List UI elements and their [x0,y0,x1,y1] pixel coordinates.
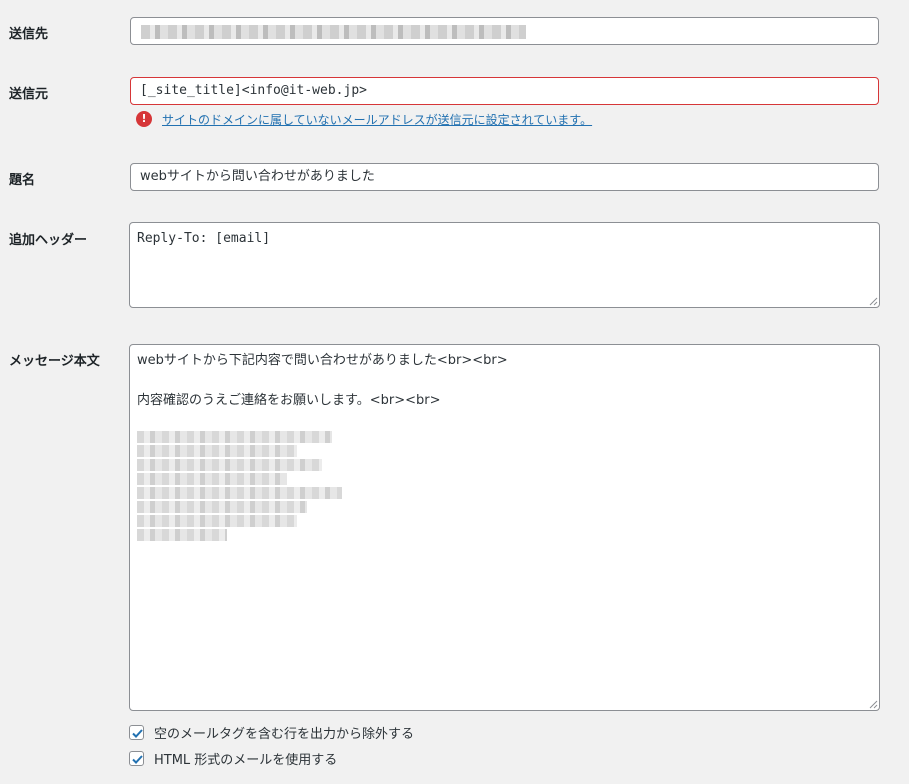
body-textarea[interactable]: webサイトから下記内容で問い合わせがありました<br><br> 内容確認のうえ… [129,344,880,711]
use-html-checkbox[interactable] [129,750,144,766]
from-input[interactable]: [_site_title]<info@it-web.jp> [130,77,879,105]
checkmark-icon [132,728,143,738]
resize-handle-icon[interactable] [869,700,878,709]
body-line-1: webサイトから下記内容で問い合わせがありました<br><br> [137,353,508,368]
body-line-2: 内容確認のうえご連絡をお願いします。<br><br> [137,393,441,408]
body-line-blank [137,411,872,431]
checkmark-icon [132,754,143,764]
to-input[interactable] [130,17,879,45]
use-html-option[interactable]: HTML 形式のメールを使用する [129,749,337,768]
headers-value: Reply-To: [email] [137,231,271,246]
exclude-blank-label[interactable]: 空のメールタグを含む行を出力から除外する [154,723,414,742]
headers-label: 追加ヘッダー [9,233,88,248]
to-label: 送信先 [9,27,49,42]
from-label: 送信元 [9,87,49,102]
exclude-blank-option[interactable]: 空のメールタグを含む行を出力から除外する [129,723,414,742]
body-label: メッセージ本文 [9,354,100,369]
headers-textarea[interactable]: Reply-To: [email] [129,222,880,308]
use-html-label[interactable]: HTML 形式のメールを使用する [154,749,337,768]
body-blurred-content [137,431,342,541]
body-line-blank [137,371,872,391]
resize-handle-icon[interactable] [869,297,878,306]
to-value-blurred [141,25,526,39]
from-error: ! サイトのドメインに属していないメールアドレスが送信元に設定されています。 [136,110,592,128]
error-icon: ! [136,111,152,127]
from-error-link[interactable]: サイトのドメインに属していないメールアドレスが送信元に設定されています。 [162,111,592,128]
subject-label: 題名 [9,173,36,188]
subject-input[interactable]: webサイトから問い合わせがありました [130,163,879,191]
exclude-blank-checkbox[interactable] [129,724,144,740]
